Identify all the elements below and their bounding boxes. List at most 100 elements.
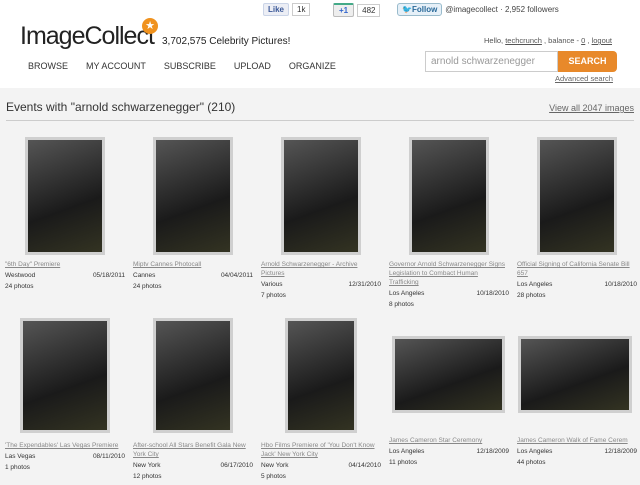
event-photo <box>412 140 486 252</box>
event-thumbnail[interactable] <box>281 137 361 255</box>
divider <box>6 120 634 121</box>
event-card: Miptv Cannes Photocall Cannes 04/04/2011 … <box>133 260 253 292</box>
gplus[interactable]: +1 482 <box>333 3 381 17</box>
event-date: 08/11/2010 <box>92 453 125 460</box>
twitter-follow-label: Follow <box>411 5 438 14</box>
event-thumbnail[interactable] <box>153 318 233 433</box>
facebook-like-count: 1k <box>292 3 311 16</box>
event-title-link[interactable]: Miptv Cannes Photocall <box>133 260 253 269</box>
event-photo-count: 8 photos <box>389 301 414 308</box>
event-photo-count: 1 photos <box>5 464 30 471</box>
gplus-button[interactable]: +1 <box>333 3 355 17</box>
event-photo-count: 7 photos <box>261 292 286 299</box>
event-thumbnail[interactable] <box>537 137 617 255</box>
event-photo-count: 5 photos <box>261 473 286 480</box>
event-date: 10/18/2010 <box>604 281 637 288</box>
event-photo <box>156 321 230 430</box>
twitter-follow-button[interactable]: 🐦Follow <box>397 3 443 16</box>
event-date: 12/31/2010 <box>348 281 381 288</box>
balance-link[interactable]: 0 <box>581 36 585 45</box>
event-thumbnail[interactable] <box>285 318 357 433</box>
event-title-link[interactable]: James Cameron Walk of Fame Cerem <box>517 436 637 445</box>
event-card: Official Signing of California Senate Bi… <box>517 260 637 301</box>
event-title-link[interactable]: "6th Day" Premiere <box>5 260 125 269</box>
tagline: 3,702,575 Celebrity Pictures! <box>162 36 291 47</box>
event-thumbnail[interactable] <box>20 318 110 433</box>
event-thumbnail[interactable] <box>409 137 489 255</box>
event-thumbnail[interactable] <box>518 336 632 413</box>
facebook-like[interactable]: Like 1k <box>263 3 311 16</box>
twitter-text: @imagecollect · 2,952 followers <box>445 5 559 14</box>
view-all-link[interactable]: View all 2047 images <box>549 103 634 113</box>
event-location: Los Angeles <box>517 281 553 288</box>
gplus-count: 482 <box>357 3 381 17</box>
nav-my-account[interactable]: MY ACCOUNT <box>86 61 146 71</box>
twitter-follow[interactable]: 🐦Follow @imagecollect · 2,952 followers <box>397 3 559 16</box>
event-date: 04/14/2010 <box>348 462 381 469</box>
event-location: New York <box>261 462 289 469</box>
event-thumbnail[interactable] <box>25 137 105 255</box>
event-location: New York <box>133 462 161 469</box>
event-photo-count: 28 photos <box>517 292 546 299</box>
event-date: 06/17/2010 <box>220 462 253 469</box>
event-photo <box>540 140 614 252</box>
search-button[interactable]: SEARCH <box>558 51 617 72</box>
event-title-link[interactable]: Hbo Films Premiere of 'You Don't Know Ja… <box>261 441 381 459</box>
event-photo-count: 11 photos <box>389 459 418 466</box>
event-title-link[interactable]: After-school All Stars Benefit Gala New … <box>133 441 253 459</box>
event-photo <box>288 321 354 430</box>
event-photo-count: 44 photos <box>517 459 546 466</box>
event-photo <box>284 140 358 252</box>
event-card: James Cameron Walk of Fame Cerem Los Ang… <box>517 436 637 468</box>
event-card: Hbo Films Premiere of 'You Don't Know Ja… <box>261 441 381 482</box>
event-title-link[interactable]: 'The Expendables' Las Vegas Premiere <box>5 441 125 450</box>
event-date: 10/18/2010 <box>476 290 509 297</box>
event-location: Westwood <box>5 272 36 279</box>
advanced-search-link[interactable]: Advanced search <box>555 74 613 83</box>
event-card: 'The Expendables' Las Vegas Premiere Las… <box>5 441 125 473</box>
search-input[interactable]: arnold schwarzenegger <box>425 51 558 72</box>
event-title-link[interactable]: James Cameron Star Ceremony <box>389 436 509 445</box>
nav-browse[interactable]: BROWSE <box>28 61 68 71</box>
hello-text: Hello, <box>483 36 504 45</box>
event-photo-count: 12 photos <box>133 473 162 480</box>
event-location: Los Angeles <box>389 290 425 297</box>
event-photo <box>23 321 107 430</box>
event-photo <box>521 339 629 410</box>
event-card: After-school All Stars Benefit Gala New … <box>133 441 253 482</box>
event-title-link[interactable]: Arnold Schwarzenegger - Archive Pictures <box>261 260 381 278</box>
event-card: James Cameron Star Ceremony Los Angeles 1… <box>389 436 509 468</box>
event-thumbnail[interactable] <box>153 137 233 255</box>
nav-organize[interactable]: ORGANIZE <box>289 61 336 71</box>
event-title-link[interactable]: Governor Arnold Schwarzenegger Signs Leg… <box>389 260 509 287</box>
twitter-bird-icon: 🐦 <box>402 5 412 14</box>
event-photo-count: 24 photos <box>133 283 162 290</box>
event-date: 12/18/2009 <box>476 448 509 455</box>
event-title-link[interactable]: Official Signing of California Senate Bi… <box>517 260 637 278</box>
event-date: 12/18/2009 <box>604 448 637 455</box>
event-photo <box>28 140 102 252</box>
event-location: Cannes <box>133 272 156 279</box>
event-photo <box>395 339 502 410</box>
username-link[interactable]: techcrunch <box>505 36 542 45</box>
facebook-like-button[interactable]: Like <box>263 3 290 16</box>
event-card: "6th Day" Premiere Westwood 05/18/2011 24… <box>5 260 125 292</box>
event-date: 05/18/2011 <box>92 272 125 279</box>
event-date: 04/04/2011 <box>220 272 253 279</box>
logo[interactable]: ImageCollect <box>20 22 155 51</box>
event-thumbnail[interactable] <box>392 336 505 413</box>
logout-link[interactable]: logout <box>592 36 612 45</box>
nav-subscribe[interactable]: SUBSCRIBE <box>164 61 216 71</box>
nav-upload[interactable]: UPLOAD <box>234 61 271 71</box>
user-info: Hello, techcrunch , balance - 0 , logout <box>483 36 612 45</box>
event-photo <box>156 140 230 252</box>
event-location: Los Angeles <box>389 448 425 455</box>
star-icon: ★ <box>142 18 158 34</box>
page-title: Events with "arnold schwarzenegger" (210… <box>6 100 236 114</box>
balance-label: , balance - <box>544 36 580 45</box>
event-location: Las Vegas <box>5 453 36 460</box>
event-card: Governor Arnold Schwarzenegger Signs Leg… <box>389 260 509 310</box>
main-nav: BROWSE MY ACCOUNT SUBSCRIBE UPLOAD ORGAN… <box>28 61 336 71</box>
event-location: Various <box>261 281 283 288</box>
event-photo-count: 24 photos <box>5 283 34 290</box>
